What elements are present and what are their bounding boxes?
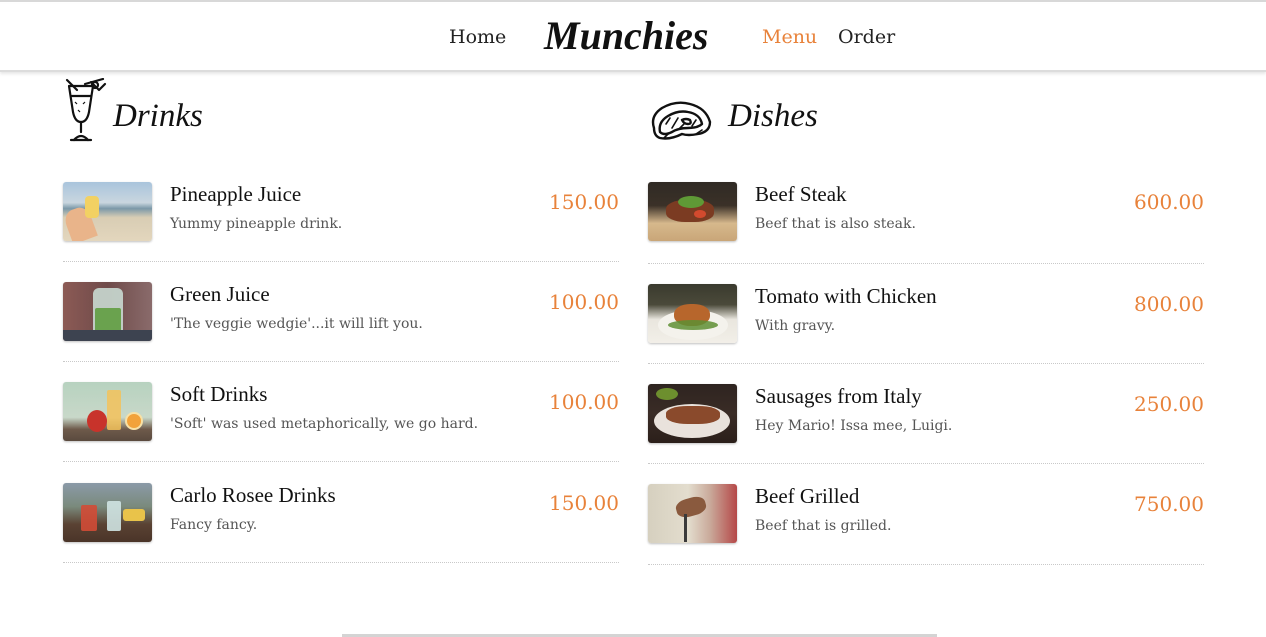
menu-item[interactable]: Sausages from Italy Hey Mario! Issa mee,… [648,384,1204,464]
item-description: With gravy. [755,318,836,334]
item-price: 100.00 [549,390,619,414]
item-description: Hey Mario! Issa mee, Luigi. [755,418,953,434]
menu-item[interactable]: Tomato with Chicken With gravy. 800.00 [648,284,1204,364]
item-price: 150.00 [549,190,619,214]
item-description: Beef that is grilled. [755,518,892,534]
drinks-title: Drinks [113,98,203,134]
item-price: 800.00 [1134,292,1204,316]
item-price: 150.00 [549,491,619,515]
nav-menu-link[interactable]: Menu [762,26,817,48]
beef-steak-image [648,182,737,241]
site-header: Home Munchies Menu Order [0,4,1266,72]
menu-item[interactable]: Pineapple Juice Yummy pineapple drink. 1… [63,182,619,262]
menu-item[interactable]: Beef Grilled Beef that is grilled. 750.0… [648,484,1204,565]
pineapple-juice-image [63,182,152,241]
nav-home-link[interactable]: Home [449,26,506,48]
menu-item[interactable]: Beef Steak Beef that is also steak. 600.… [648,182,1204,264]
cocktail-glass-icon [63,77,109,146]
site-logo[interactable]: Munchies [544,12,709,59]
soft-drinks-image [63,382,152,441]
item-description: 'Soft' was used metaphorically, we go ha… [170,416,479,432]
item-price: 250.00 [1134,392,1204,416]
item-price: 750.00 [1134,492,1204,516]
green-juice-image [63,282,152,341]
item-name: Tomato with Chicken [755,284,937,308]
item-name: Carlo Rosee Drinks [170,483,336,507]
beef-grilled-image [648,484,737,543]
menu-item[interactable]: Soft Drinks 'Soft' was used metaphorical… [63,382,619,462]
steak-icon [648,98,712,146]
item-name: Beef Steak [755,182,847,206]
item-description: Beef that is also steak. [755,216,916,232]
item-price: 100.00 [549,290,619,314]
item-name: Beef Grilled [755,484,860,508]
dishes-title: Dishes [728,98,818,134]
item-price: 600.00 [1134,190,1204,214]
item-name: Green Juice [170,282,270,306]
item-description: 'The veggie wedgie'...it will lift you. [170,316,423,332]
sausages-from-italy-image [648,384,737,443]
tomato-with-chicken-image [648,284,737,343]
nav-order-link[interactable]: Order [838,26,895,48]
item-description: Yummy pineapple drink. [170,216,343,232]
item-description: Fancy fancy. [170,517,258,533]
menu-item[interactable]: Green Juice 'The veggie wedgie'...it wil… [63,282,619,362]
item-name: Sausages from Italy [755,384,922,408]
item-name: Soft Drinks [170,382,268,406]
item-name: Pineapple Juice [170,182,302,206]
menu-item[interactable]: Carlo Rosee Drinks Fancy fancy. 150.00 [63,483,619,563]
carlo-rosee-drinks-image [63,483,152,542]
